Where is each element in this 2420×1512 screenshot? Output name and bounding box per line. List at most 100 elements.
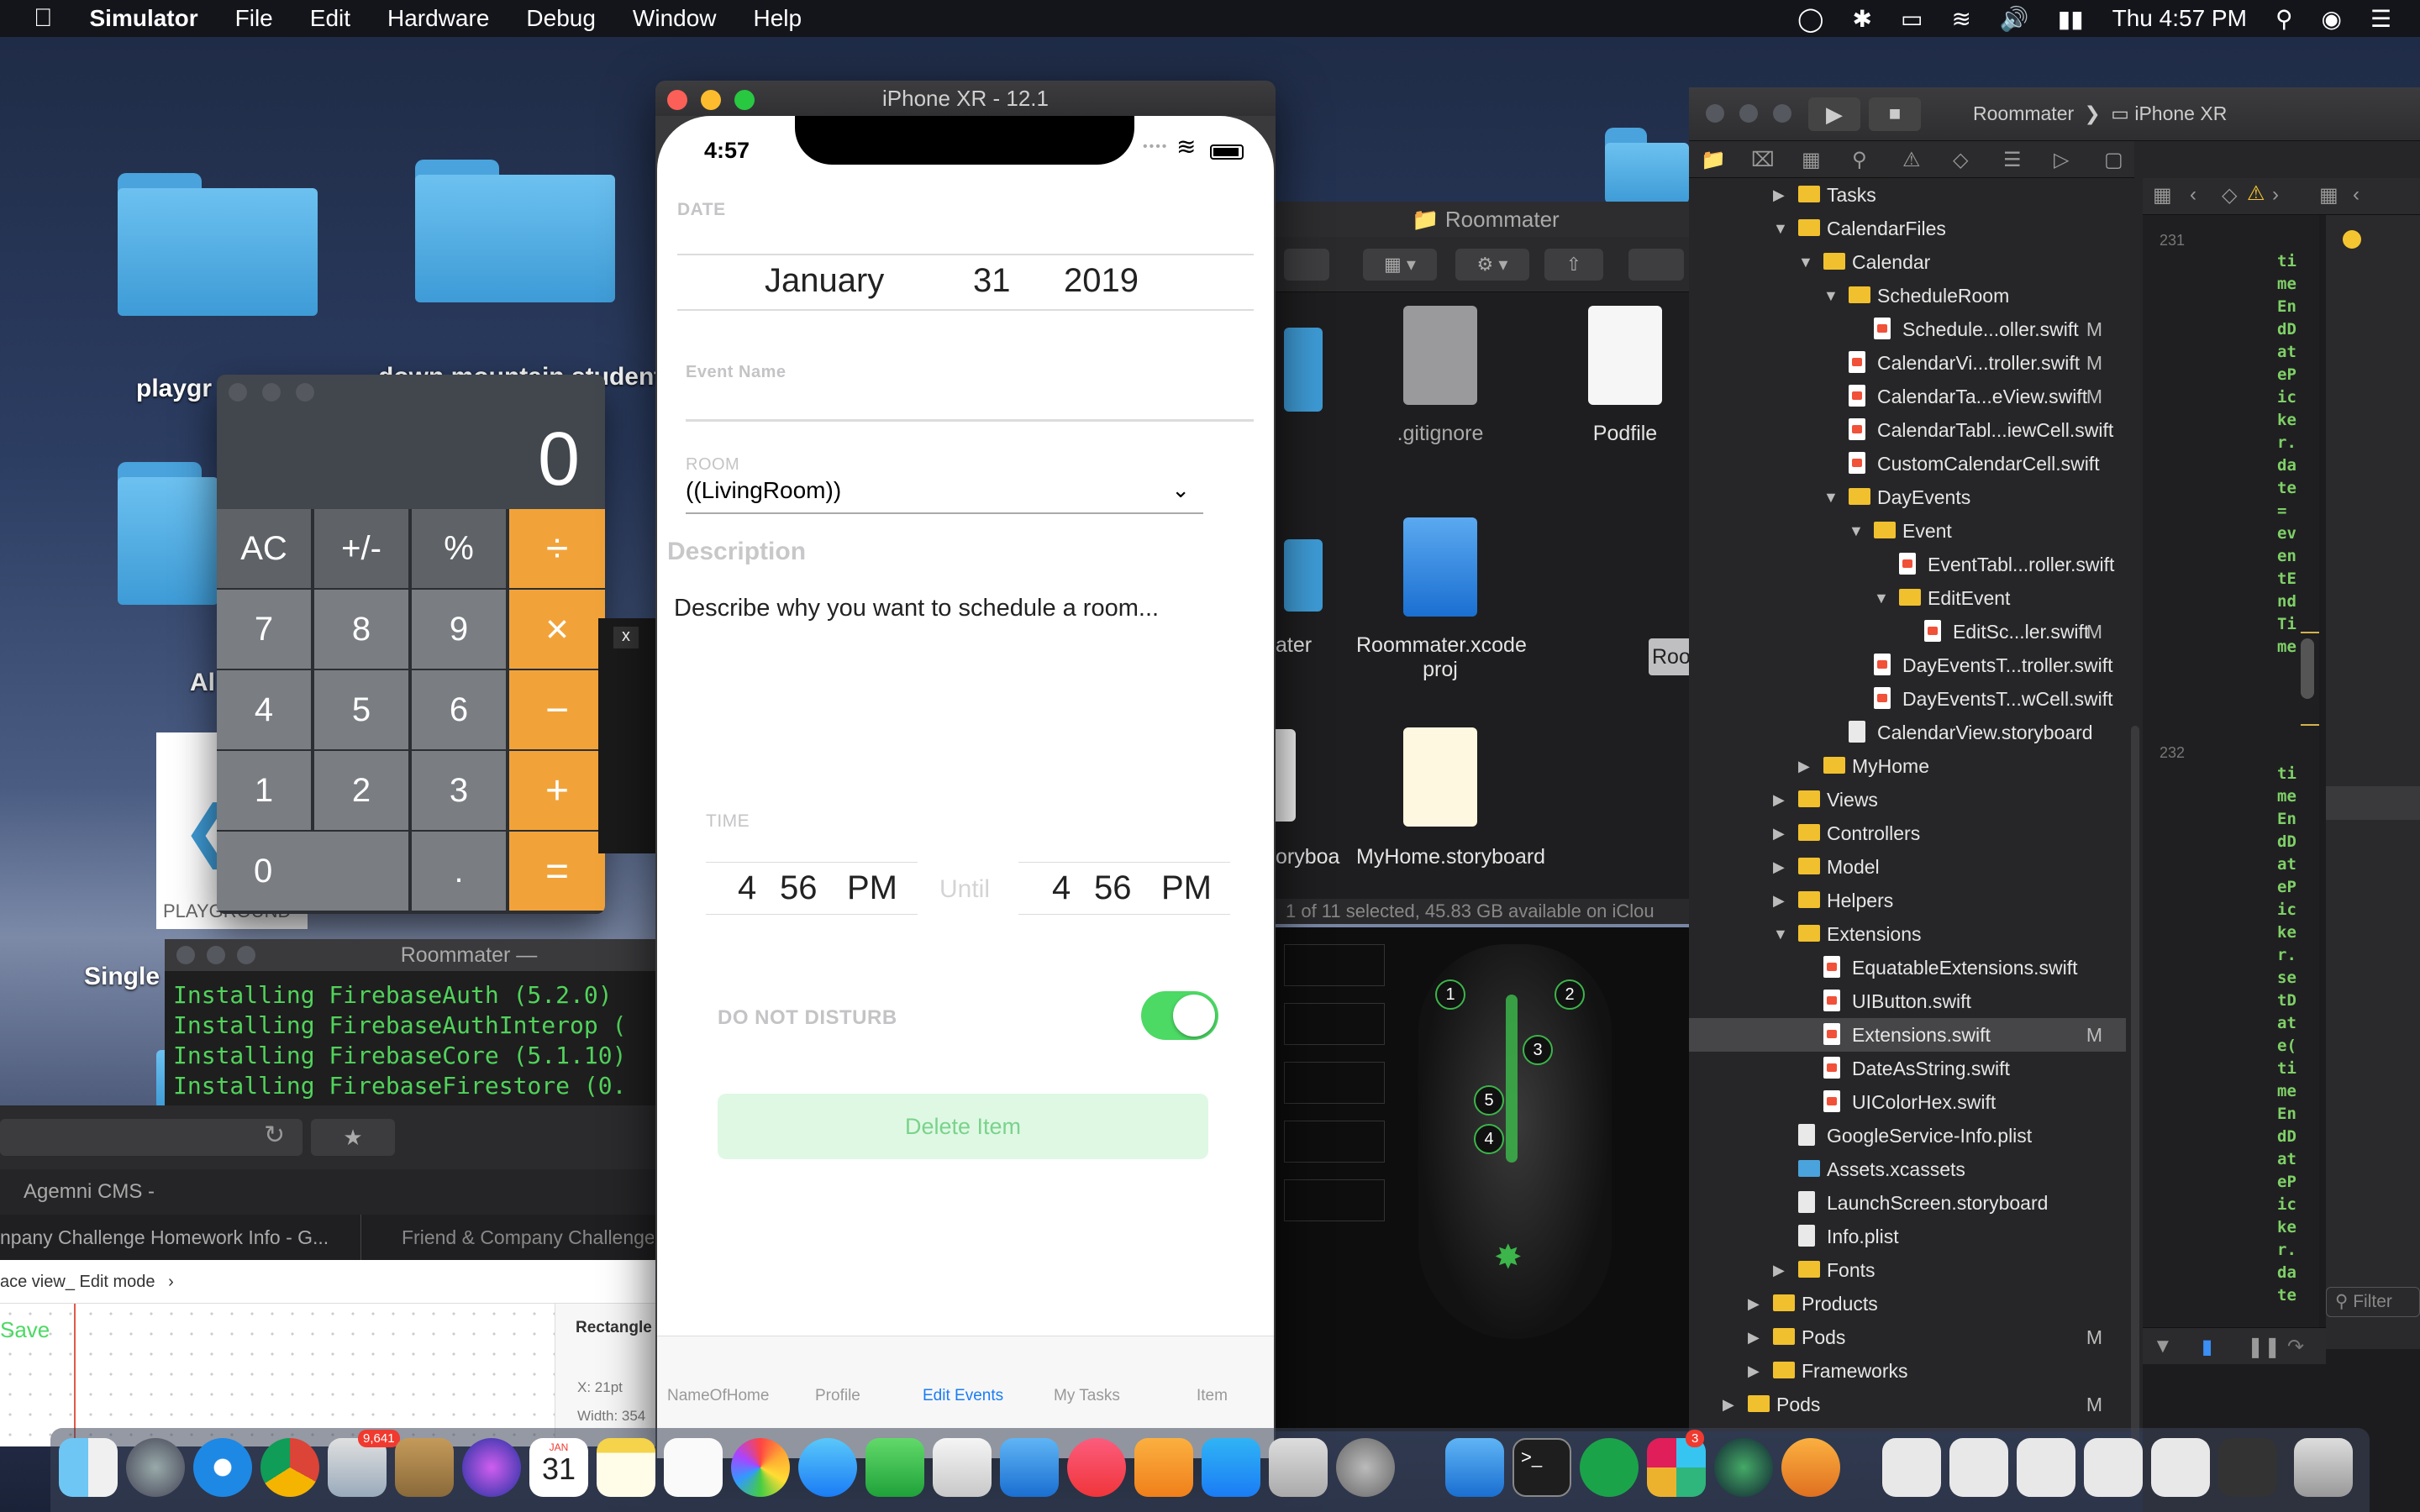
debug-navigator-icon[interactable]: ☰ xyxy=(2003,148,2022,172)
key-2[interactable]: 2 xyxy=(314,751,408,830)
config-slot[interactable] xyxy=(1284,1179,1385,1221)
zoom-button[interactable] xyxy=(296,383,314,402)
messages-app-icon[interactable] xyxy=(798,1438,857,1497)
close-icon[interactable]: x xyxy=(613,627,639,648)
notes-app-icon[interactable] xyxy=(597,1438,655,1497)
music-app-icon[interactable] xyxy=(1067,1438,1126,1497)
storyboard-file-icon[interactable] xyxy=(1403,727,1477,827)
xcodeproj-file-icon[interactable] xyxy=(1403,517,1477,617)
menu-app-name[interactable]: Simulator xyxy=(90,5,198,32)
podfile-file-icon[interactable] xyxy=(1588,306,1662,405)
tree-row[interactable]: ▼ DayEvents xyxy=(1689,480,2126,514)
tree-row[interactable]: ▼ ScheduleRoom xyxy=(1689,279,2126,312)
tree-row[interactable]: ▼ EditEvent xyxy=(1689,581,2126,615)
step-over-icon[interactable]: ↷ xyxy=(2287,1335,2304,1359)
hide-debug-icon[interactable]: ▼ xyxy=(2153,1335,2173,1358)
button-marker-2[interactable]: 2 xyxy=(1555,979,1585,1010)
run-icon[interactable]: ▶ xyxy=(1808,97,1860,131)
disclosure-open-icon[interactable]: ▼ xyxy=(1773,917,1788,951)
bluetooth-icon[interactable]: ✱ xyxy=(1853,5,1872,33)
spotlight-search-icon[interactable]: ⚲ xyxy=(2275,5,2293,33)
key-9[interactable]: 9 xyxy=(412,590,506,669)
key-add[interactable]: + xyxy=(509,751,605,830)
code-text[interactable]: ti me En dD at eP ic ke r. da te = ev en tE nd Ti me xyxy=(2277,250,2311,659)
tab-my-tasks[interactable]: My Tasks xyxy=(1054,1387,1120,1405)
bookmark-star-icon[interactable]: ★ xyxy=(311,1119,395,1156)
tree-row[interactable]: EquatableExtensions.swift xyxy=(1689,951,2126,984)
trash-icon[interactable] xyxy=(2294,1438,2353,1497)
disclosure-closed-icon[interactable]: ▶ xyxy=(1748,1320,1760,1354)
key-0[interactable]: 0 xyxy=(217,832,408,911)
tree-row[interactable]: DayEventsT...troller.swift xyxy=(1689,648,2126,682)
desktop-folder-icon[interactable] xyxy=(118,173,318,316)
cloud-app-icon[interactable] xyxy=(1580,1438,1639,1497)
menu-file[interactable]: File xyxy=(235,5,273,32)
disclosure-closed-icon[interactable]: ▶ xyxy=(1748,1354,1760,1388)
tree-row[interactable]: CalendarTa...eView.swift M xyxy=(1689,380,2126,413)
apple-menu-icon[interactable]:  xyxy=(34,4,53,33)
window-thumbnail[interactable] xyxy=(1949,1438,2008,1497)
airplay-icon[interactable]: ▭ xyxy=(1901,5,1923,33)
tree-row[interactable]: ▼ CalendarFiles xyxy=(1689,212,2126,245)
desktop-label[interactable]: Single xyxy=(84,963,160,991)
config-slot[interactable] xyxy=(1284,944,1385,986)
disclosure-closed-icon[interactable]: ▶ xyxy=(1773,816,1785,850)
tree-row[interactable]: ▶ MyHome xyxy=(1689,749,2126,783)
calendar-app-icon[interactable]: JAN 31 xyxy=(529,1438,588,1497)
minimize-button[interactable] xyxy=(262,383,281,402)
tab-name-of-home[interactable]: NameOfHome xyxy=(667,1387,769,1405)
address-bar[interactable] xyxy=(0,1119,302,1156)
gitignore-file-icon[interactable] xyxy=(1403,306,1477,405)
creative-cloud-icon[interactable]: ◯ xyxy=(1797,5,1823,33)
reminders-app-icon[interactable] xyxy=(664,1438,723,1497)
desktop-folder-icon[interactable] xyxy=(1605,128,1689,203)
window-thumbnail[interactable] xyxy=(2151,1438,2210,1497)
menu-debug[interactable]: Debug xyxy=(526,5,596,32)
disclosure-open-icon[interactable]: ▼ xyxy=(1773,212,1788,245)
save-link[interactable]: Save xyxy=(0,1317,50,1343)
disclosure-closed-icon[interactable]: ▶ xyxy=(1773,178,1785,212)
key-8[interactable]: 8 xyxy=(314,590,408,669)
disclosure-open-icon[interactable]: ▼ xyxy=(1823,279,1839,312)
zoom-button[interactable] xyxy=(1773,104,1791,123)
config-slot[interactable] xyxy=(1284,1003,1385,1045)
key-percent[interactable]: % xyxy=(412,509,506,588)
tree-row[interactable]: ▶ Controllers xyxy=(1689,816,2126,850)
key-6[interactable]: 6 xyxy=(412,670,506,749)
warning-nav-icon[interactable]: ◇ xyxy=(2222,183,2237,207)
tab-profile[interactable]: Profile xyxy=(815,1387,860,1405)
menu-edit[interactable]: Edit xyxy=(310,5,350,32)
button-marker-5[interactable]: 5 xyxy=(1474,1085,1504,1116)
tree-row[interactable]: ▶ Model xyxy=(1689,850,2126,884)
disclosure-closed-icon[interactable]: ▶ xyxy=(1773,884,1785,917)
editor-back-icon[interactable]: ‹ xyxy=(2353,183,2360,207)
tree-row[interactable]: EventTabl...roller.swift xyxy=(1689,548,2126,581)
delete-item-button[interactable]: Delete Item xyxy=(718,1094,1208,1159)
slack-app-icon[interactable]: 3 xyxy=(1647,1430,1706,1497)
file-label[interactable]: ater xyxy=(1276,633,1312,658)
dnd-toggle[interactable] xyxy=(1141,991,1218,1040)
date-picker-year[interactable]: 2019 xyxy=(1064,262,1139,300)
desktop-folder-icon[interactable] xyxy=(118,462,218,605)
pause-icon[interactable]: ❚❚ xyxy=(2247,1335,2281,1359)
room-select[interactable]: ((LivingRoom)) ⌄ xyxy=(686,477,1203,514)
close-button[interactable] xyxy=(1706,104,1724,123)
tag-icon[interactable] xyxy=(1628,249,1684,281)
button-marker-3[interactable]: 3 xyxy=(1523,1035,1553,1065)
photos-app-icon[interactable] xyxy=(731,1438,790,1497)
menu-window[interactable]: Window xyxy=(633,5,717,32)
file-label[interactable]: oryboa xyxy=(1276,845,1339,869)
breadcrumb-text[interactable]: ace view_ Edit mode xyxy=(0,1273,155,1291)
window-thumbnail[interactable] xyxy=(2017,1438,2075,1497)
browser-tab[interactable]: npany Challenge Homework Info - G... xyxy=(0,1215,361,1260)
file-label[interactable]: .gitignore xyxy=(1356,422,1524,446)
report-navigator-icon[interactable]: ▢ xyxy=(2104,148,2123,172)
key-subtract[interactable]: − xyxy=(509,670,605,749)
tree-row[interactable]: CalendarView.storyboard xyxy=(1689,716,2126,749)
key-4[interactable]: 4 xyxy=(217,670,311,749)
find-navigator-icon[interactable]: ⚲ xyxy=(1852,148,1867,172)
close-button[interactable] xyxy=(229,383,247,402)
wifi-icon[interactable]: ≋ xyxy=(1951,5,1970,33)
date-picker-day[interactable]: 31 xyxy=(973,262,1011,300)
desktop-label[interactable]: playgr xyxy=(136,375,212,403)
